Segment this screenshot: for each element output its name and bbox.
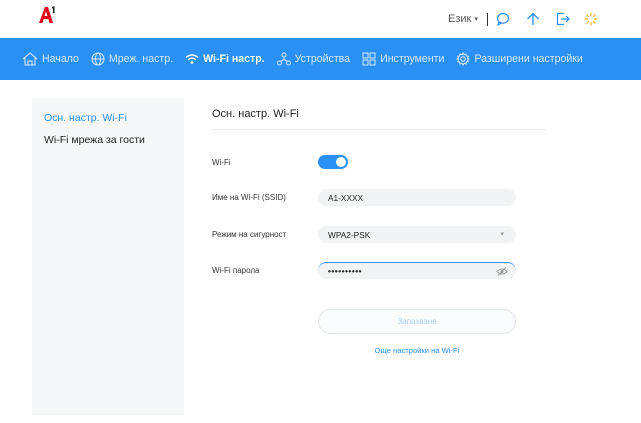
- upload-arrow-icon[interactable]: [526, 12, 540, 26]
- nav-tools-label: Инструменти: [380, 53, 445, 65]
- security-mode-select[interactable]: WPA2-PSK ▾: [318, 226, 516, 243]
- a1-logo: [38, 5, 58, 30]
- nav-home[interactable]: Начало: [22, 52, 79, 66]
- chevron-down-icon: ▾: [474, 16, 478, 23]
- ssid-value: A1-XXXX: [328, 192, 364, 203]
- security-row: Режим на сигурност WPA2-PSK ▾: [212, 226, 522, 243]
- chevron-down-icon: ▾: [500, 231, 504, 238]
- chat-icon[interactable]: [496, 12, 510, 27]
- save-button[interactable]: Запазване: [318, 309, 516, 334]
- security-value: WPA2-PSK: [328, 229, 371, 240]
- nav-home-label: Начало: [42, 53, 79, 65]
- nav-devices-label: Устройства: [294, 53, 351, 65]
- more-wifi-settings-link[interactable]: Още настройки на Wi-Fi: [318, 346, 516, 355]
- language-select[interactable]: Език ▾: [448, 13, 478, 25]
- sidebar-item-basic-wifi[interactable]: Осн. настр. Wi-Fi: [32, 110, 184, 132]
- nav-devices[interactable]: Устройства: [276, 52, 351, 66]
- eye-off-icon[interactable]: [496, 267, 508, 278]
- wifi-label: Wi-Fi: [212, 157, 231, 167]
- sidebar: Осн. настр. Wi-Fi Wi-Fi мрежа за гости: [32, 98, 184, 415]
- nav-tools[interactable]: Инструменти: [362, 52, 444, 66]
- nav-advanced-settings[interactable]: Разширени настройки: [456, 52, 583, 66]
- nav-wifi-settings[interactable]: Wi-Fi настр.: [185, 53, 265, 65]
- globe-icon: [91, 52, 105, 66]
- nav-network-label: Мреж. настр.: [108, 53, 174, 65]
- ssid-input[interactable]: A1-XXXX: [318, 189, 516, 206]
- security-label: Режим на сигурност: [212, 230, 287, 239]
- ssid-row: Име на Wi-Fi (SSID) A1-XXXX: [212, 189, 522, 206]
- password-value: ••••••••••: [328, 266, 363, 276]
- main-nav: Начало Мреж. настр. Wi-Fi настр. Устройс…: [0, 38, 641, 80]
- password-input[interactable]: ••••••••••: [318, 262, 516, 279]
- page-title: Осн. настр. Wi-Fi: [212, 108, 299, 120]
- loading-spinner-icon: [584, 12, 598, 26]
- title-divider: [212, 129, 546, 130]
- top-bar: Език ▾: [0, 0, 641, 38]
- logout-icon[interactable]: [556, 12, 570, 26]
- wifi-toggle[interactable]: [318, 155, 348, 169]
- wifi-row: Wi-Fi: [212, 155, 522, 169]
- password-label: Wi-Fi парола: [212, 266, 260, 275]
- gear-icon: [456, 52, 471, 66]
- wifi-icon: [185, 54, 199, 64]
- devices-icon: [276, 52, 291, 66]
- nav-network-settings[interactable]: Мреж. настр.: [91, 52, 173, 66]
- nav-advanced-label: Разширени настройки: [474, 53, 583, 65]
- content-panel: Осн. настр. Wi-Fi Wi-Fi Име на Wi-Fi (SS…: [212, 98, 546, 355]
- language-label: Език: [448, 13, 472, 25]
- nav-wifi-label: Wi-Fi настр.: [203, 53, 265, 65]
- ssid-label: Име на Wi-Fi (SSID): [212, 193, 286, 202]
- password-row: Wi-Fi парола ••••••••••: [212, 262, 522, 279]
- sidebar-item-guest-wifi[interactable]: Wi-Fi мрежа за гости: [32, 132, 184, 154]
- home-icon: [22, 52, 38, 66]
- tools-icon: [362, 52, 376, 66]
- divider: [486, 12, 488, 26]
